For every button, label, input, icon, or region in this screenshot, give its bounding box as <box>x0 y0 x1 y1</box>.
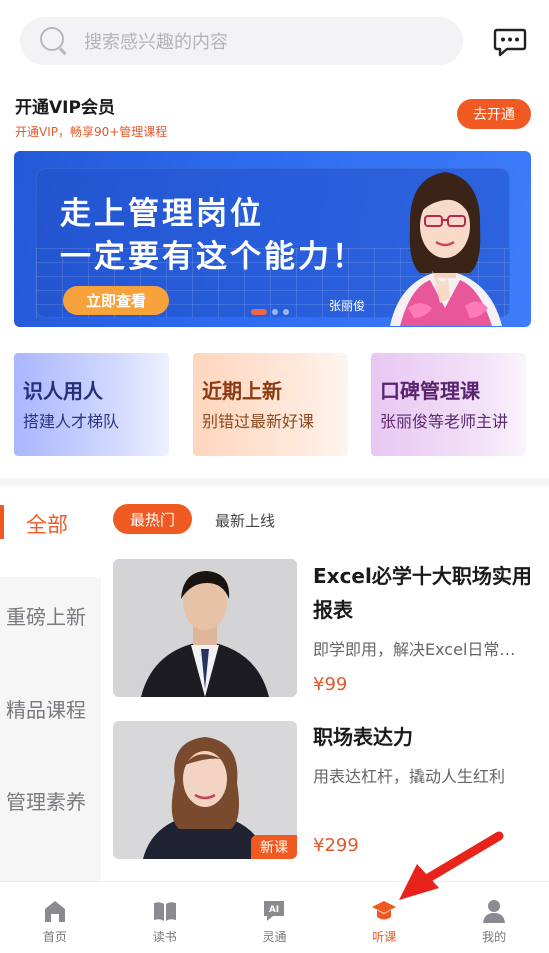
home-icon <box>44 901 65 922</box>
course-thumbnail[interactable] <box>113 559 297 697</box>
feature-card-subtitle: 张丽俊等老师主讲 <box>380 412 509 431</box>
pagination-dot[interactable] <box>283 309 289 315</box>
section-divider <box>0 478 549 486</box>
annotation-arrow-icon <box>399 831 504 900</box>
vip-open-button[interactable]: 去开通 <box>457 99 531 129</box>
feature-card-subtitle: 别错过最新好课 <box>202 412 315 431</box>
feature-card-title: 近期上新 <box>202 379 282 403</box>
graduation-cap-icon <box>372 901 397 920</box>
vip-title: 开通VIP会员 <box>15 98 115 118</box>
category-item-new[interactable]: 重磅上新 <box>6 601 86 630</box>
nav-label: 我的 <box>482 930 507 944</box>
banner-instructor-photo <box>390 172 502 326</box>
search-bar[interactable]: 搜索感兴趣的内容 <box>20 17 463 65</box>
nav-item-books[interactable]: 读书 <box>110 882 220 953</box>
banner-headline-2: 一定要有这个能力！ <box>60 239 366 275</box>
nav-label: 首页 <box>42 930 67 944</box>
nav-label: 灵通 <box>262 930 287 944</box>
message-icon[interactable] <box>493 27 527 57</box>
course-title[interactable]: 职场表达力 <box>313 720 541 754</box>
banner-view-button[interactable]: 立即查看 <box>63 286 169 315</box>
tab-hottest[interactable]: 最热门 <box>113 504 192 534</box>
course-thumbnail[interactable]: 新课 <box>113 721 297 859</box>
selected-indicator <box>0 505 4 539</box>
pagination-dot[interactable] <box>251 309 267 315</box>
search-icon <box>40 27 68 55</box>
nav-label: 听课 <box>372 930 397 944</box>
nav-item-home[interactable]: 首页 <box>0 882 110 953</box>
course-price: ¥299 <box>313 835 359 856</box>
feature-card-title: 口碑管理课 <box>380 379 480 403</box>
category-list: 重磅上新 精品课程 管理素养 <box>0 577 101 881</box>
new-course-badge: 新课 <box>251 835 297 859</box>
category-label: 全部 <box>26 513 68 537</box>
pagination-dot[interactable] <box>272 309 278 315</box>
course-title[interactable]: Excel必学十大职场实用报表 <box>313 559 541 627</box>
svg-text:AI: AI <box>269 905 279 915</box>
feature-card-reputation[interactable]: 口碑管理课 张丽俊等老师主讲 <box>371 353 526 456</box>
tab-latest[interactable]: 最新上线 <box>215 510 275 531</box>
course-description: 用表达杠杆，撬动人生红利 <box>313 767 506 786</box>
feature-card-title: 识人用人 <box>23 379 103 403</box>
book-icon <box>153 902 176 921</box>
feature-card-talent[interactable]: 识人用人 搭建人才梯队 <box>14 353 169 456</box>
category-item-management[interactable]: 管理素养 <box>6 786 86 815</box>
instructor-photo <box>113 559 297 697</box>
course-description: 即学即用，解决Excel日常… <box>313 640 516 659</box>
category-item-premium[interactable]: 精品课程 <box>6 694 86 723</box>
banner-headline-1: 走上管理岗位 <box>60 196 264 232</box>
feature-card-subtitle: 搭建人才梯队 <box>23 412 120 431</box>
course-price: ¥99 <box>313 674 348 695</box>
nav-item-ai[interactable]: AI 灵通 <box>220 882 330 953</box>
vip-subtitle: 开通VIP，畅享90+管理课程 <box>15 125 168 139</box>
search-placeholder[interactable]: 搜索感兴趣的内容 <box>84 28 228 54</box>
category-sidebar: 全部 重磅上新 精品课程 管理素养 <box>0 486 101 881</box>
category-item-all[interactable]: 全部 <box>0 503 101 563</box>
nav-label: 读书 <box>152 930 177 944</box>
feature-card-new[interactable]: 近期上新 别错过最新好课 <box>193 353 348 456</box>
banner-instructor-name: 张丽俊 <box>329 299 366 313</box>
ai-chat-icon: AI <box>264 901 285 921</box>
banner-pagination <box>251 309 289 315</box>
